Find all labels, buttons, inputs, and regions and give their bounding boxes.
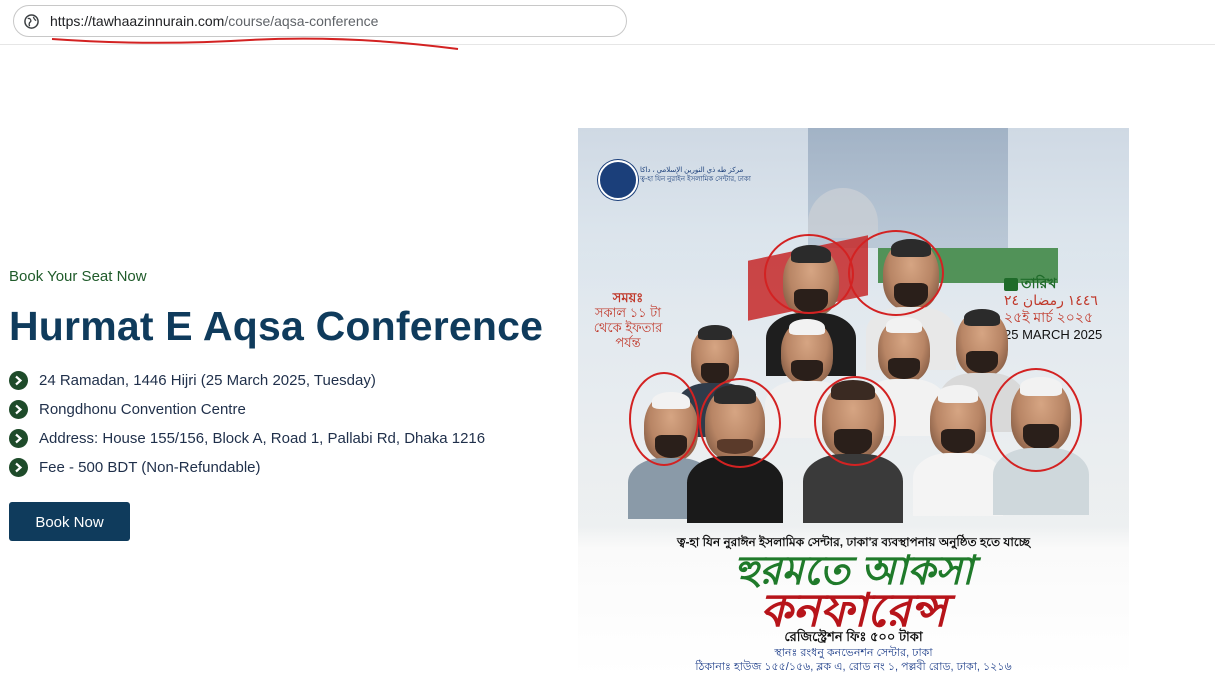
detail-text: 24 Ramadan, 1446 Hijri (25 March 2025, T… bbox=[39, 372, 376, 389]
chevron-circle-icon bbox=[9, 429, 28, 448]
event-poster: مركز طه ذي النورين الإسلامي ، داكا ত্ব-হ… bbox=[578, 128, 1129, 677]
red-circle-markup bbox=[990, 368, 1082, 472]
page-title: Hurmat E Aqsa Conference bbox=[9, 303, 544, 349]
red-circle-markup bbox=[629, 372, 699, 466]
url-host: https://tawhaazinnurain.com bbox=[50, 13, 225, 29]
red-circle-markup bbox=[848, 230, 944, 316]
chevron-circle-icon bbox=[9, 458, 28, 477]
date-title: তারিখ bbox=[1021, 275, 1057, 291]
organization-name: مركز طه ذي النورين الإسلامي ، داكا ত্ব-হ… bbox=[640, 166, 790, 184]
calendar-icon bbox=[1004, 277, 1018, 291]
detail-date: 24 Ramadan, 1446 Hijri (25 March 2025, T… bbox=[9, 366, 569, 395]
hero-section: Book Your Seat Now Hurmat E Aqsa Confere… bbox=[9, 268, 569, 541]
detail-venue: Rongdhonu Convention Centre bbox=[9, 395, 569, 424]
time-value: সকাল ১১ টা থেকে ইফতার পর্যন্ত bbox=[593, 305, 663, 350]
detail-text: Fee - 500 BDT (Non-Refundable) bbox=[39, 459, 261, 476]
book-now-button[interactable]: Book Now bbox=[9, 502, 130, 541]
poster-date: তারিখ ١٤٤٦ رمضان ٢٤ ২৫ই মার্চ ২০২৫ 25 MA… bbox=[1004, 275, 1124, 343]
organization-logo bbox=[598, 160, 638, 200]
eyebrow-text: Book Your Seat Now bbox=[9, 268, 147, 285]
poster-time: সময়ঃ সকাল ১১ টা থেকে ইফতার পর্যন্ত bbox=[584, 290, 672, 350]
address-bar[interactable]: https://tawhaazinnurain.com/course/aqsa-… bbox=[13, 5, 627, 50]
globe-icon bbox=[24, 14, 39, 29]
poster-address: ঠিকানাঃ হাউজ ১৫৫/১৫৬, ব্লক এ, রোড নং ১, … bbox=[695, 661, 1012, 673]
date-hijri: ١٤٤٦ رمضان ٢٤ bbox=[1004, 292, 1098, 308]
date-bangla: ২৫ই মার্চ ২০২৫ bbox=[1004, 309, 1094, 325]
url-text: https://tawhaazinnurain.com/course/aqsa-… bbox=[50, 13, 378, 29]
speaker-portrait bbox=[676, 324, 754, 437]
red-circle-markup bbox=[764, 234, 854, 314]
speaker-portrait bbox=[862, 316, 946, 437]
red-underline-markup bbox=[51, 37, 459, 50]
detail-address: Address: House 155/156, Block A, Road 1,… bbox=[9, 424, 569, 453]
org-name-arabic: مركز طه ذي النورين الإسلامي ، داكا bbox=[640, 167, 744, 174]
chevron-circle-icon bbox=[9, 371, 28, 390]
url-path: /course/aqsa-conference bbox=[224, 13, 379, 29]
detail-text: Rongdhonu Convention Centre bbox=[39, 401, 246, 418]
speaker-portrait bbox=[913, 384, 1003, 516]
time-label: সময়ঃ bbox=[612, 290, 644, 305]
detail-fee: Fee - 500 BDT (Non-Refundable) bbox=[9, 453, 569, 482]
speaker-portrait bbox=[940, 308, 1024, 433]
detail-text: Address: House 155/156, Block A, Road 1,… bbox=[39, 430, 486, 447]
red-circle-markup bbox=[814, 376, 896, 466]
chevron-circle-icon bbox=[9, 400, 28, 419]
red-circle-markup bbox=[699, 378, 781, 468]
browser-toolbar: https://tawhaazinnurain.com/course/aqsa-… bbox=[0, 0, 1215, 50]
org-name-bangla: ত্ব-হা যিন নুরাইন ইসলামিক সেন্টার, ঢাকা bbox=[640, 176, 751, 183]
date-english: 25 MARCH 2025 bbox=[1004, 327, 1103, 342]
speaker-portrait bbox=[765, 318, 849, 439]
event-details-list: 24 Ramadan, 1446 Hijri (25 March 2025, T… bbox=[9, 366, 569, 482]
